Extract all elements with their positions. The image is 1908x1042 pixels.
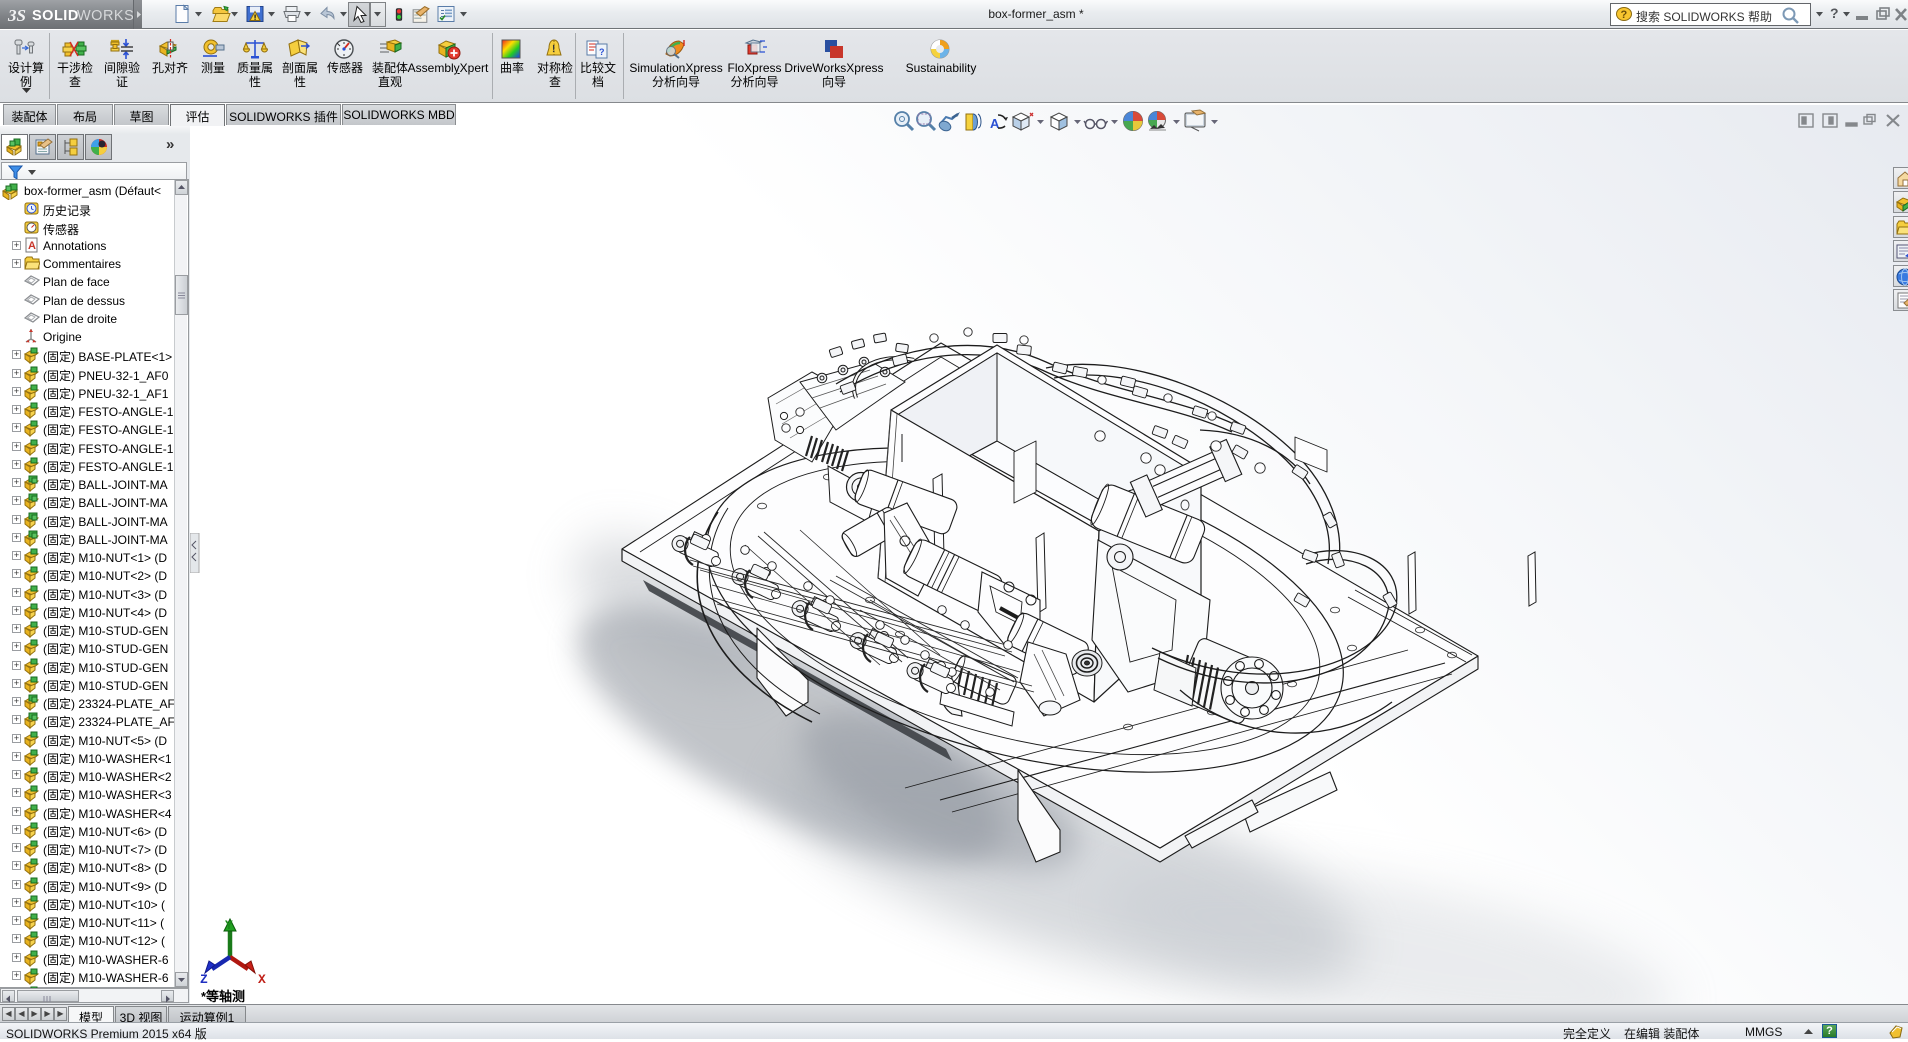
- svg-text:Y: Y: [225, 918, 233, 933]
- svg-text:3S: 3S: [7, 6, 26, 25]
- svg-text:SOLID: SOLID: [32, 8, 79, 24]
- svg-text:X: X: [258, 972, 266, 987]
- svg-text:WORKS: WORKS: [77, 8, 133, 24]
- svg-text:!: !: [552, 44, 555, 55]
- svg-text:?: ?: [1621, 9, 1628, 21]
- svg-text:Z: Z: [200, 972, 208, 987]
- svg-text:A: A: [28, 240, 36, 252]
